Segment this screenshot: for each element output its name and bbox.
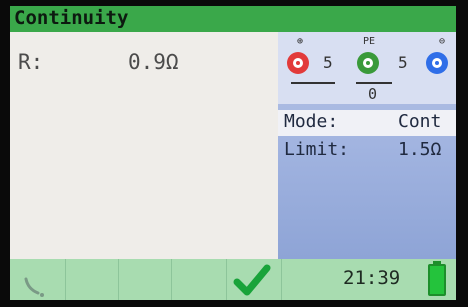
status-cell bbox=[172, 259, 227, 300]
green-terminal-icon bbox=[357, 52, 379, 74]
terminal-diagram: ⊕ PE ⊖ 5 5 0 bbox=[278, 32, 456, 104]
status-cell bbox=[227, 259, 282, 300]
left-connection-line bbox=[291, 82, 335, 84]
mode-label: Mode: bbox=[284, 111, 339, 132]
terminal-left-value: 5 bbox=[323, 53, 333, 72]
terminal-right-value: 5 bbox=[398, 53, 408, 72]
clock-time: 21:39 bbox=[343, 267, 401, 289]
measurement-panel: R: 0.9Ω bbox=[10, 32, 278, 259]
pe-symbol: PE bbox=[363, 36, 376, 47]
status-bar: 21:39 bbox=[10, 259, 456, 300]
limit-value[interactable]: 1.5Ω bbox=[398, 139, 441, 160]
plus-symbol: ⊕ bbox=[297, 36, 304, 47]
phone-icon bbox=[24, 277, 44, 297]
resistance-value: 0.9Ω bbox=[128, 50, 179, 74]
blue-terminal-icon bbox=[426, 52, 448, 74]
status-cell bbox=[119, 259, 172, 300]
status-cell bbox=[10, 259, 66, 300]
page-title: Continuity bbox=[14, 7, 129, 29]
resistance-label: R: bbox=[18, 50, 44, 74]
minus-symbol: ⊖ bbox=[439, 36, 446, 47]
limit-label: Limit: bbox=[284, 139, 350, 160]
title-bar: Continuity bbox=[10, 6, 456, 32]
terminal-middle-value: 0 bbox=[368, 85, 378, 103]
mode-value[interactable]: Cont bbox=[398, 111, 441, 132]
battery-icon bbox=[428, 264, 446, 296]
middle-connection-line bbox=[356, 82, 392, 84]
checkmark-icon bbox=[233, 264, 271, 296]
status-cell bbox=[66, 259, 119, 300]
settings-panel: ⊕ PE ⊖ 5 5 0 Mode: Cont Limit: 1.5Ω bbox=[278, 32, 456, 259]
red-terminal-icon bbox=[287, 52, 309, 74]
meter-screen: Continuity R: 0.9Ω ⊕ PE ⊖ 5 5 0 Mode: Co… bbox=[10, 6, 456, 300]
